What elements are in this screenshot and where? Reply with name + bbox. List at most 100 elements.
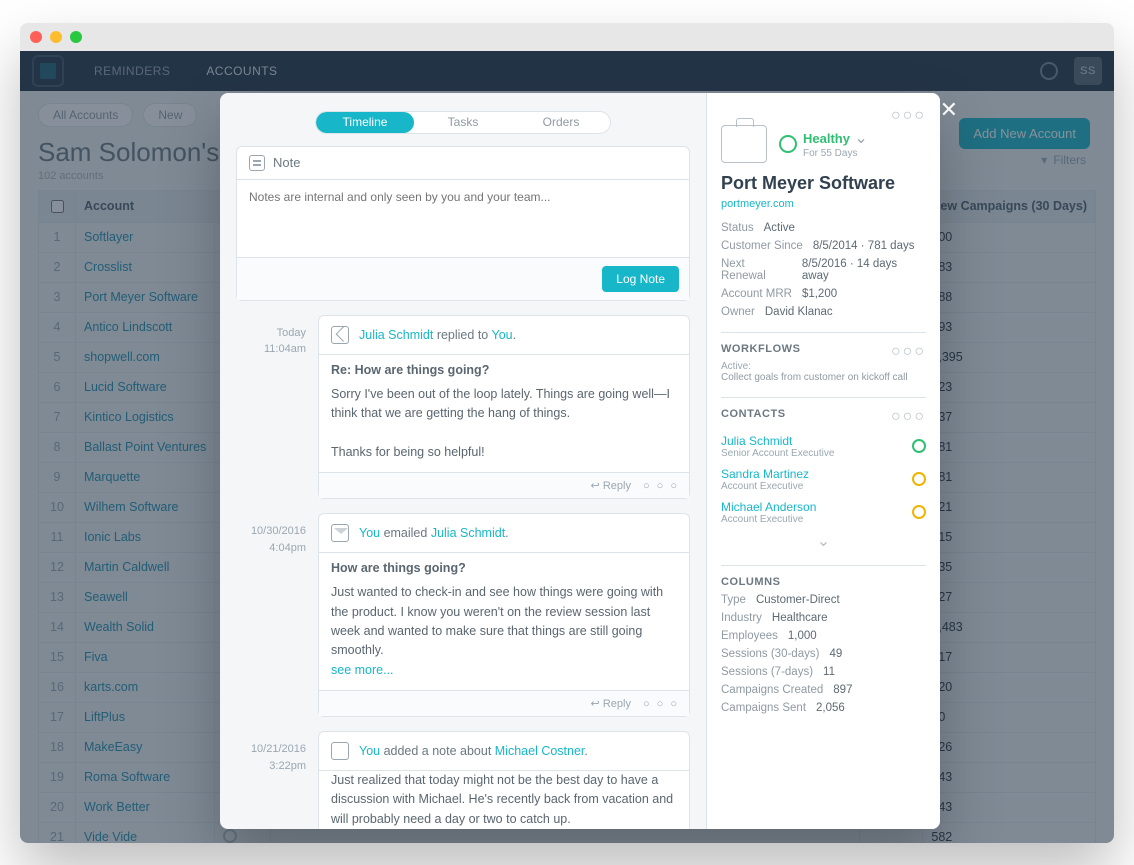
workflows-active-label: Active:	[721, 361, 926, 372]
contact-row[interactable]: Julia SchmidtSenior Account Executive	[721, 434, 926, 459]
contacts-section: CONTACTS ○○○ Julia SchmidtSenior Account…	[721, 397, 926, 551]
entry-body: Just wanted to check-in and see how thin…	[319, 583, 689, 690]
entry-target[interactable]: Michael Costner	[495, 744, 585, 758]
entry-timestamp: 10/30/20164:04pm	[236, 513, 306, 717]
kv-value[interactable]: David Klanac	[765, 306, 833, 318]
reply-button[interactable]: ↩ Reply	[591, 697, 631, 710]
entry-target[interactable]: Julia Schmidt	[431, 526, 505, 540]
entry-more-icon[interactable]: ○ ○ ○	[643, 480, 679, 492]
timeline-entry: 10/30/20164:04pm You emailed Julia Schmi…	[236, 513, 690, 717]
entry-verb: replied to	[433, 328, 491, 342]
account-modal: Timeline Tasks Orders Note Log Note Toda…	[220, 93, 940, 829]
contact-role: Account Executive	[721, 514, 816, 525]
kv-key: Employees	[721, 630, 778, 642]
kv-row: Campaigns Created 897	[721, 684, 926, 696]
entry-actor[interactable]: Julia Schmidt	[359, 328, 433, 342]
entry-actor[interactable]: You	[359, 744, 380, 758]
contact-row[interactable]: Sandra MartinezAccount Executive	[721, 467, 926, 492]
entry-card: You added a note about Michael Costner. …	[318, 731, 690, 828]
entry-more-icon[interactable]: ○ ○ ○	[643, 698, 679, 710]
kv-row: Next Renewal 8/5/2016 · 14 days away	[721, 258, 926, 282]
mood-icon	[912, 439, 926, 453]
note-icon	[249, 155, 265, 171]
entry-verb: added a note about	[380, 744, 495, 758]
note-composer: Note Log Note	[236, 146, 690, 301]
kv-key: Status	[721, 222, 754, 234]
kv-value: 49	[829, 648, 842, 660]
kv-key: Account MRR	[721, 288, 792, 300]
entry-card: Julia Schmidt replied to You. Re: How ar…	[318, 315, 690, 500]
smiley-icon	[779, 135, 797, 153]
kv-value: 8/5/2014 · 781 days	[813, 240, 915, 252]
kv-key: Type	[721, 594, 746, 606]
kv-key: Campaigns Created	[721, 684, 823, 696]
health-sub: For 55 Days	[803, 148, 868, 159]
entry-subject: How are things going?	[319, 553, 689, 583]
workflows-title: WORKFLOWS	[721, 343, 801, 355]
health-label: Healthy	[803, 131, 850, 146]
entry-timestamp: Today11:04am	[236, 315, 306, 500]
modal-right-panel: ○○○ Healthy ⌄ For 55 Days Port Meyer Sof…	[706, 93, 940, 829]
entry-body: Just realized that today might not be th…	[319, 771, 689, 828]
entry-actor[interactable]: You	[359, 526, 380, 540]
kv-value: $1,200	[802, 288, 837, 300]
modal-tabs: Timeline Tasks Orders	[315, 111, 611, 134]
kv-row: Account MRR $1,200	[721, 288, 926, 300]
kv-value: 1,000	[788, 630, 817, 642]
entry-target[interactable]: You	[492, 328, 513, 342]
expand-contacts-icon[interactable]: ⌄	[721, 531, 926, 551]
entry-timestamp: 10/21/20163:22pm	[236, 731, 306, 828]
timeline-entry: Today11:04am Julia Schmidt replied to Yo…	[236, 315, 690, 500]
kv-value: 8/5/2016 · 14 days away	[802, 258, 926, 282]
kv-row: Campaigns Sent2,056	[721, 702, 926, 714]
contacts-more-icon[interactable]: ○○○	[891, 408, 926, 426]
note-textarea[interactable]	[237, 180, 689, 252]
log-note-button[interactable]: Log Note	[602, 266, 679, 292]
kv-row: Sessions (30-days) 49	[721, 648, 926, 660]
kv-value: 2,056	[816, 702, 845, 714]
contacts-title: CONTACTS	[721, 408, 786, 420]
reply-icon	[331, 326, 349, 344]
kv-key: Customer Since	[721, 240, 803, 252]
kv-value: 897	[833, 684, 852, 696]
reply-button[interactable]: ↩ Reply	[591, 479, 631, 492]
mood-icon	[912, 505, 926, 519]
window-min-dot[interactable]	[50, 31, 62, 43]
kv-row: Owner David Klanac	[721, 306, 926, 318]
contact-name[interactable]: Michael Anderson	[721, 500, 816, 514]
window-titlebar	[20, 23, 1114, 51]
kv-row: Employees 1,000	[721, 630, 926, 642]
contact-row[interactable]: Michael AndersonAccount Executive	[721, 500, 926, 525]
workflows-text: Collect goals from customer on kickoff c…	[721, 372, 926, 383]
briefcase-icon	[721, 125, 767, 163]
tab-tasks[interactable]: Tasks	[414, 112, 512, 133]
note-icon	[331, 742, 349, 760]
account-name: Port Meyer Software	[721, 173, 926, 194]
entry-body: Sorry I've been out of the loop lately. …	[319, 385, 689, 473]
mail-icon	[331, 524, 349, 542]
contact-role: Account Executive	[721, 481, 809, 492]
window-max-dot[interactable]	[70, 31, 82, 43]
see-more-link[interactable]: see more...	[331, 663, 394, 677]
window-close-dot[interactable]	[30, 31, 42, 43]
close-icon[interactable]: ✕	[940, 97, 958, 123]
columns-title: COLUMNS	[721, 576, 926, 588]
kv-key: Sessions (30-days)	[721, 648, 819, 660]
app-window: REMINDERS ACCOUNTS SS All Accounts New S…	[20, 23, 1114, 843]
kv-value: Customer-Direct	[756, 594, 840, 606]
timeline-entry: 10/21/20163:22pm You added a note about …	[236, 731, 690, 828]
kv-key: Next Renewal	[721, 258, 792, 282]
mood-icon	[912, 472, 926, 486]
tab-orders[interactable]: Orders	[512, 112, 610, 133]
account-domain-link[interactable]: portmeyer.com	[721, 198, 794, 210]
kv-value: Active	[764, 222, 795, 234]
kv-key: Sessions (7-days)	[721, 666, 813, 678]
chevron-down-icon[interactable]: ⌄	[854, 130, 867, 147]
contact-name[interactable]: Julia Schmidt	[721, 434, 834, 448]
workflows-more-icon[interactable]: ○○○	[891, 343, 926, 361]
contact-name[interactable]: Sandra Martinez	[721, 467, 809, 481]
kv-key: Owner	[721, 306, 755, 318]
kv-value: Healthcare	[772, 612, 828, 624]
tab-timeline[interactable]: Timeline	[316, 112, 414, 133]
modal-left: Timeline Tasks Orders Note Log Note Toda…	[220, 93, 706, 829]
